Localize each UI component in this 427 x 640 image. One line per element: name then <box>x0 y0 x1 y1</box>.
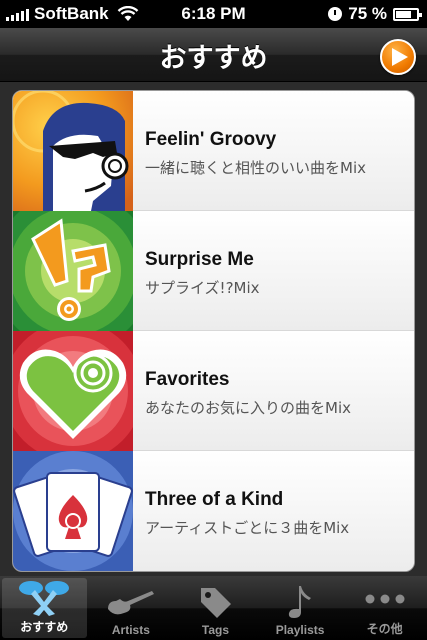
page-title: おすすめ <box>159 43 268 74</box>
list-item-favorites[interactable]: Favorites あなたのお気に入りの曲をMix <box>13 331 414 451</box>
tab-tags[interactable]: Tags <box>173 576 258 640</box>
heart-icon <box>13 331 133 451</box>
alarm-icon <box>328 7 343 21</box>
mix-list: Feelin' Groovy 一緒に聴くと相性のいい曲をMix Surprise… <box>12 90 415 572</box>
tab-label: Artists <box>111 623 150 637</box>
navigation-bar: おすすめ <box>0 28 427 82</box>
tab-label: おすすめ <box>20 620 69 634</box>
list-item-title: Favorites <box>145 369 230 390</box>
more-icon <box>365 580 405 618</box>
battery-icon <box>393 7 422 21</box>
list-item-three-of-a-kind[interactable]: Three of a Kind アーティストごとに３曲をMix <box>13 451 414 571</box>
list-item-text: Three of a Kind アーティストごとに３曲をMix <box>133 451 349 571</box>
play-button[interactable] <box>380 39 416 75</box>
battery-percent: 75 % <box>348 4 387 23</box>
tab-label: Playlists <box>275 623 325 637</box>
tab-bar: おすすめ Artists Tags Playlists その他 <box>0 576 427 640</box>
tab-label: その他 <box>366 622 403 636</box>
exclamation-question-icon <box>13 211 133 331</box>
list-item-text: Surprise Me サプライズ!?Mix <box>133 211 260 330</box>
music-note-icon <box>287 583 313 621</box>
tab-featured[interactable]: おすすめ <box>2 578 87 638</box>
list-item-text: Favorites あなたのお気に入りの曲をMix <box>133 331 351 450</box>
playing-cards-icon <box>13 451 133 571</box>
status-bar: SoftBank 6:18 PM 75 % <box>0 0 427 28</box>
tag-icon <box>197 583 233 621</box>
guitar-icon <box>106 583 156 621</box>
tab-artists[interactable]: Artists <box>89 576 174 640</box>
wifi-icon <box>117 6 138 21</box>
list-item-subtitle: 一緒に聴くと相性のいい曲をMix <box>145 159 366 177</box>
signal-strength-icon <box>6 7 29 21</box>
tab-more[interactable]: その他 <box>342 576 427 640</box>
list-item-subtitle: あなたのお気に入りの曲をMix <box>145 399 351 417</box>
featured-icon <box>17 578 71 616</box>
tab-label: Tags <box>201 623 230 637</box>
battery-fill <box>396 10 411 18</box>
list-item-text: Feelin' Groovy 一緒に聴くと相性のいい曲をMix <box>133 91 366 210</box>
groovy-face-icon <box>13 91 133 211</box>
content-area: Feelin' Groovy 一緒に聴くと相性のいい曲をMix Surprise… <box>0 82 427 576</box>
list-item-subtitle: サプライズ!?Mix <box>145 279 260 297</box>
list-item-feelin-groovy[interactable]: Feelin' Groovy 一緒に聴くと相性のいい曲をMix <box>13 91 414 211</box>
play-icon <box>392 48 408 66</box>
carrier-name: SoftBank <box>34 4 109 23</box>
tab-playlists[interactable]: Playlists <box>258 576 343 640</box>
list-item-subtitle: アーティストごとに３曲をMix <box>145 519 350 537</box>
list-item-surprise-me[interactable]: Surprise Me サプライズ!?Mix <box>13 211 414 331</box>
list-item-title: Surprise Me <box>145 249 254 270</box>
list-item-title: Three of a Kind <box>145 489 284 510</box>
list-item-title: Feelin' Groovy <box>145 129 277 150</box>
